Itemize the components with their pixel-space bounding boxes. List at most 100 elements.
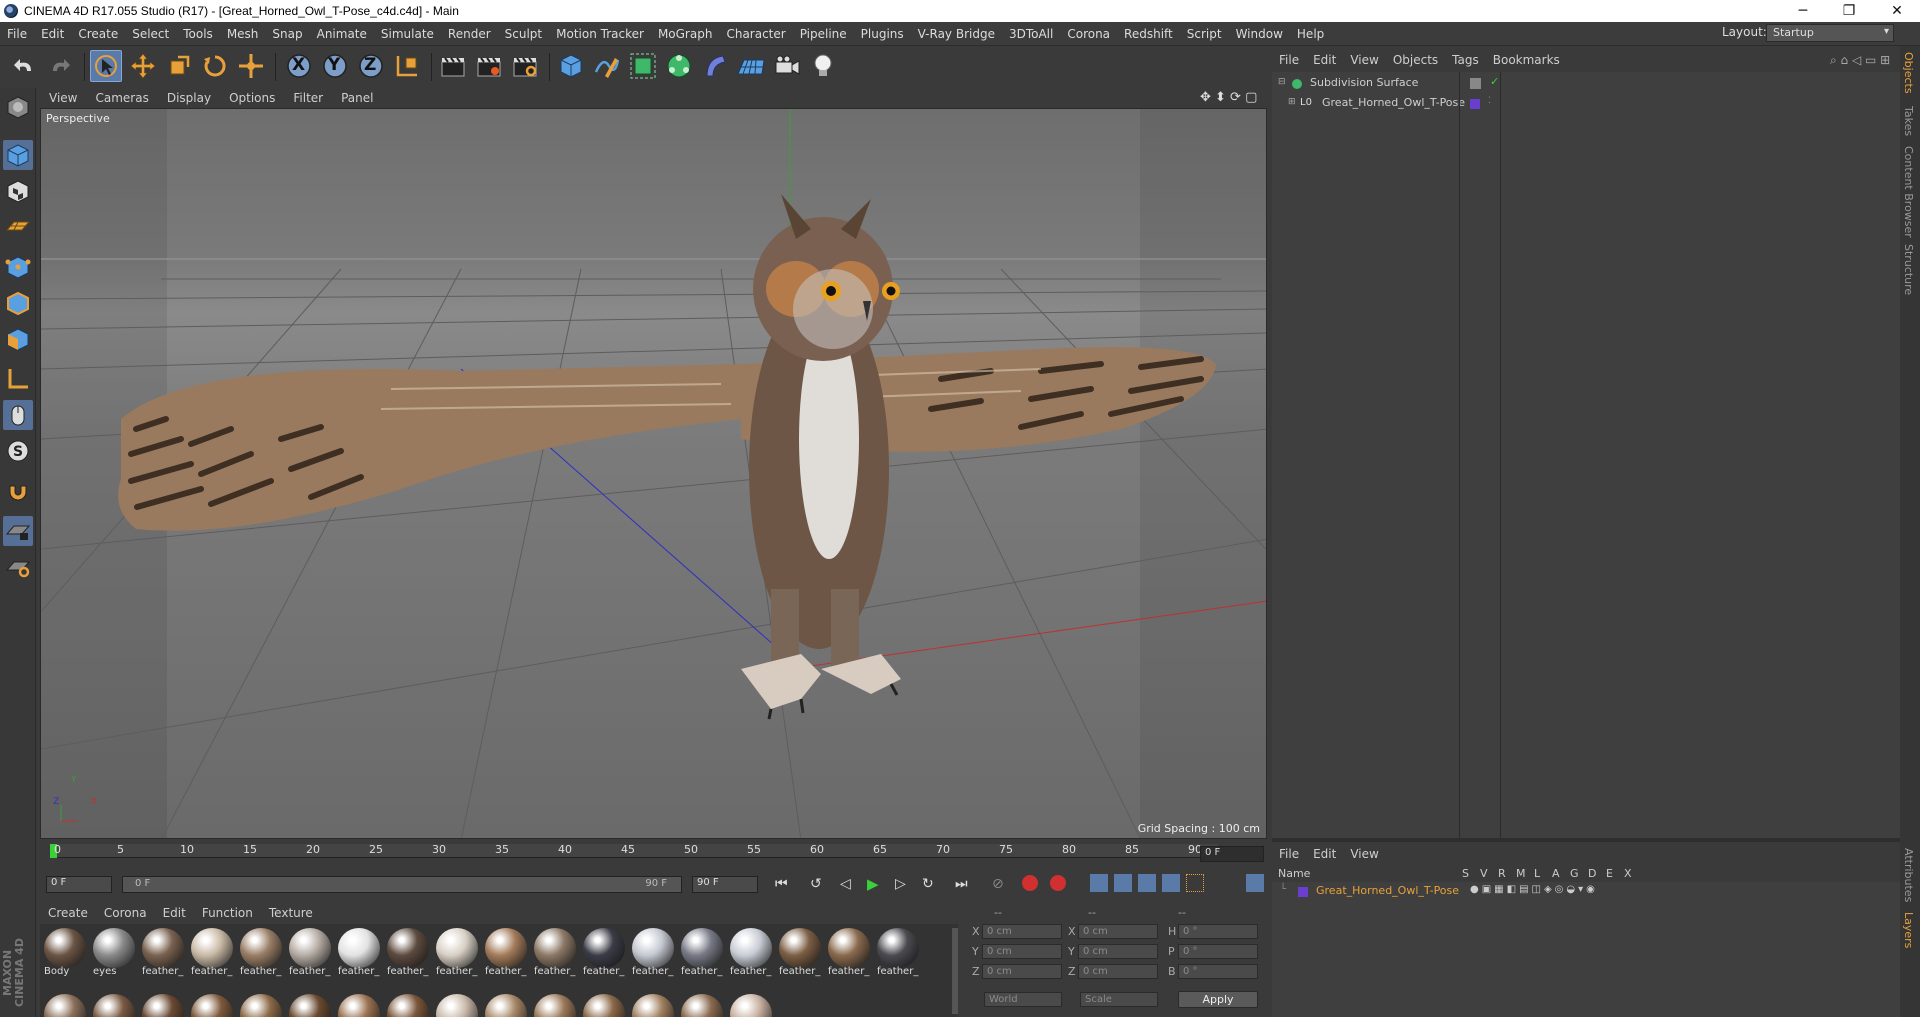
transform-tool-button[interactable] (235, 50, 267, 82)
current-frame-field[interactable]: 0 F (1200, 846, 1264, 862)
coords-rotation-field[interactable]: 0 ° (1178, 924, 1258, 939)
material-menu-create[interactable]: Create (40, 906, 96, 920)
preview-range-slider[interactable]: 0 F 90 F (122, 876, 682, 893)
redo-button[interactable] (44, 50, 76, 82)
close-button[interactable]: ✕ (1874, 0, 1920, 22)
workplane-settings-button[interactable] (3, 552, 33, 582)
menu-sculpt[interactable]: Sculpt (498, 27, 549, 41)
material-slot[interactable] (728, 992, 774, 1017)
add-scene-floor-button[interactable] (735, 50, 767, 82)
model-mode-button[interactable] (3, 140, 33, 170)
coords-size-field[interactable]: 0 cm (1078, 924, 1158, 939)
tab-structure[interactable]: Structure (1902, 244, 1915, 295)
menu-help[interactable]: Help (1290, 27, 1331, 41)
material-slot[interactable]: feather_ (532, 926, 578, 978)
menu-simulate[interactable]: Simulate (374, 27, 441, 41)
material-slot[interactable] (287, 992, 333, 1017)
step-forward-icon[interactable]: ▷ (895, 876, 906, 892)
menu-mograph[interactable]: MoGraph (651, 27, 720, 41)
menu-edit[interactable]: Edit (34, 27, 71, 41)
polygons-mode-button[interactable] (3, 324, 33, 354)
rotate-tool-button[interactable] (199, 50, 231, 82)
objects-menu-tags[interactable]: Tags (1445, 53, 1486, 67)
menu-pipeline[interactable]: Pipeline (793, 27, 854, 41)
material-slot[interactable] (532, 992, 578, 1017)
material-slot[interactable] (483, 992, 529, 1017)
menu-corona[interactable]: Corona (1060, 27, 1117, 41)
coords-mode-dropdown[interactable]: World (984, 992, 1062, 1007)
enabled-check-icon[interactable]: ✓ (1490, 75, 1499, 88)
layer-column-s[interactable]: S (1462, 867, 1469, 880)
add-spline-button[interactable] (591, 50, 623, 82)
coords-rotation-field[interactable]: 0 ° (1178, 964, 1258, 979)
minimize-button[interactable]: ─ (1780, 0, 1826, 22)
material-slot[interactable]: feather_ (434, 926, 480, 978)
move-tool-button[interactable] (127, 50, 159, 82)
undo-button[interactable] (8, 50, 40, 82)
objects-menu-file[interactable]: File (1272, 53, 1306, 67)
tweak-mode-button[interactable] (3, 400, 33, 430)
viewport-navigation-icons[interactable]: ✥ ⬍ ⟳ ▢ (1200, 90, 1257, 105)
material-slot[interactable]: feather_ (287, 926, 333, 978)
make-editable-button[interactable] (3, 92, 33, 122)
viewport-menu-options[interactable]: Options (220, 91, 284, 105)
menu-select[interactable]: Select (125, 27, 176, 41)
coords-rotation-field[interactable]: 0 ° (1178, 944, 1258, 959)
material-slot[interactable]: feather_ (238, 926, 284, 978)
layer-column-v[interactable]: V (1480, 867, 1488, 880)
workplane-mode-button[interactable] (3, 212, 33, 242)
menu-script[interactable]: Script (1180, 27, 1229, 41)
scale-tool-button[interactable] (163, 50, 195, 82)
layers-menu-view[interactable]: View (1343, 847, 1385, 861)
material-slot[interactable] (91, 992, 137, 1017)
material-slot[interactable] (238, 992, 284, 1017)
tab-objects[interactable]: Objects (1902, 52, 1915, 94)
expand-toggle-icon[interactable]: ⊞ (1288, 97, 1296, 107)
restore-button[interactable]: ❐ (1826, 0, 1872, 22)
z-axis-lock-button[interactable]: Z (355, 50, 387, 82)
render-settings-button[interactable] (509, 50, 541, 82)
autokey-record-icon[interactable] (1022, 875, 1038, 891)
menu-create[interactable]: Create (71, 27, 125, 41)
material-slot[interactable] (189, 992, 235, 1017)
menu-plugins[interactable]: Plugins (854, 27, 911, 41)
coords-position-field[interactable]: 0 cm (982, 944, 1062, 959)
coords-type-dropdown[interactable]: Scale (1080, 992, 1158, 1007)
layers-menu-file[interactable]: File (1272, 847, 1306, 861)
material-slot[interactable]: Body (42, 926, 88, 978)
material-slot[interactable]: eyes (91, 926, 137, 978)
menu-3dtoall[interactable]: 3DToAll (1002, 27, 1060, 41)
material-slot[interactable]: feather_ (728, 926, 774, 978)
layer-column-g[interactable]: G (1570, 867, 1579, 880)
objects-menu-view[interactable]: View (1343, 53, 1385, 67)
layer-color-swatch[interactable] (1470, 99, 1480, 109)
object-manager-search-icon[interactable]: ⌕ ⌂ ◁ ▭ ⊞ (1830, 53, 1890, 68)
objects-menu-objects[interactable]: Objects (1386, 53, 1445, 67)
key-pla-icon[interactable] (1186, 874, 1204, 892)
timeline-ruler[interactable]: 0 5 10 15 20 25 30 35 40 45 50 55 60 65 70 75 80 85 90 0 F (40, 842, 1268, 876)
material-slot[interactable] (140, 992, 186, 1017)
viewport-menu-filter[interactable]: Filter (284, 91, 332, 105)
menu-snap[interactable]: Snap (265, 27, 309, 41)
menu-tools[interactable]: Tools (176, 27, 220, 41)
material-scrollbar[interactable] (952, 928, 958, 1014)
key-rotation-icon[interactable] (1138, 874, 1156, 892)
viewport-menu-display[interactable]: Display (158, 91, 220, 105)
layer-column-name[interactable]: Name (1278, 867, 1310, 880)
menu-window[interactable]: Window (1229, 27, 1290, 41)
coordinate-system-button[interactable] (391, 50, 423, 82)
y-axis-lock-button[interactable]: Y (319, 50, 351, 82)
material-menu-corona[interactable]: Corona (96, 906, 155, 920)
timeline-window-icon[interactable] (1246, 874, 1264, 892)
tab-layers[interactable]: Layers (1902, 912, 1915, 948)
points-mode-button[interactable] (3, 252, 33, 282)
start-frame-field[interactable]: 0 F (46, 876, 112, 893)
material-slot[interactable]: feather_ (140, 926, 186, 978)
add-camera-button[interactable] (771, 50, 803, 82)
magnet-snap-button[interactable] (3, 476, 33, 506)
material-slot[interactable] (434, 992, 480, 1017)
material-slot[interactable]: feather_ (630, 926, 676, 978)
prev-keyframe-icon[interactable]: ↺ (810, 876, 822, 892)
layer-column-e[interactable]: E (1606, 867, 1613, 880)
menu-mesh[interactable]: Mesh (220, 27, 266, 41)
